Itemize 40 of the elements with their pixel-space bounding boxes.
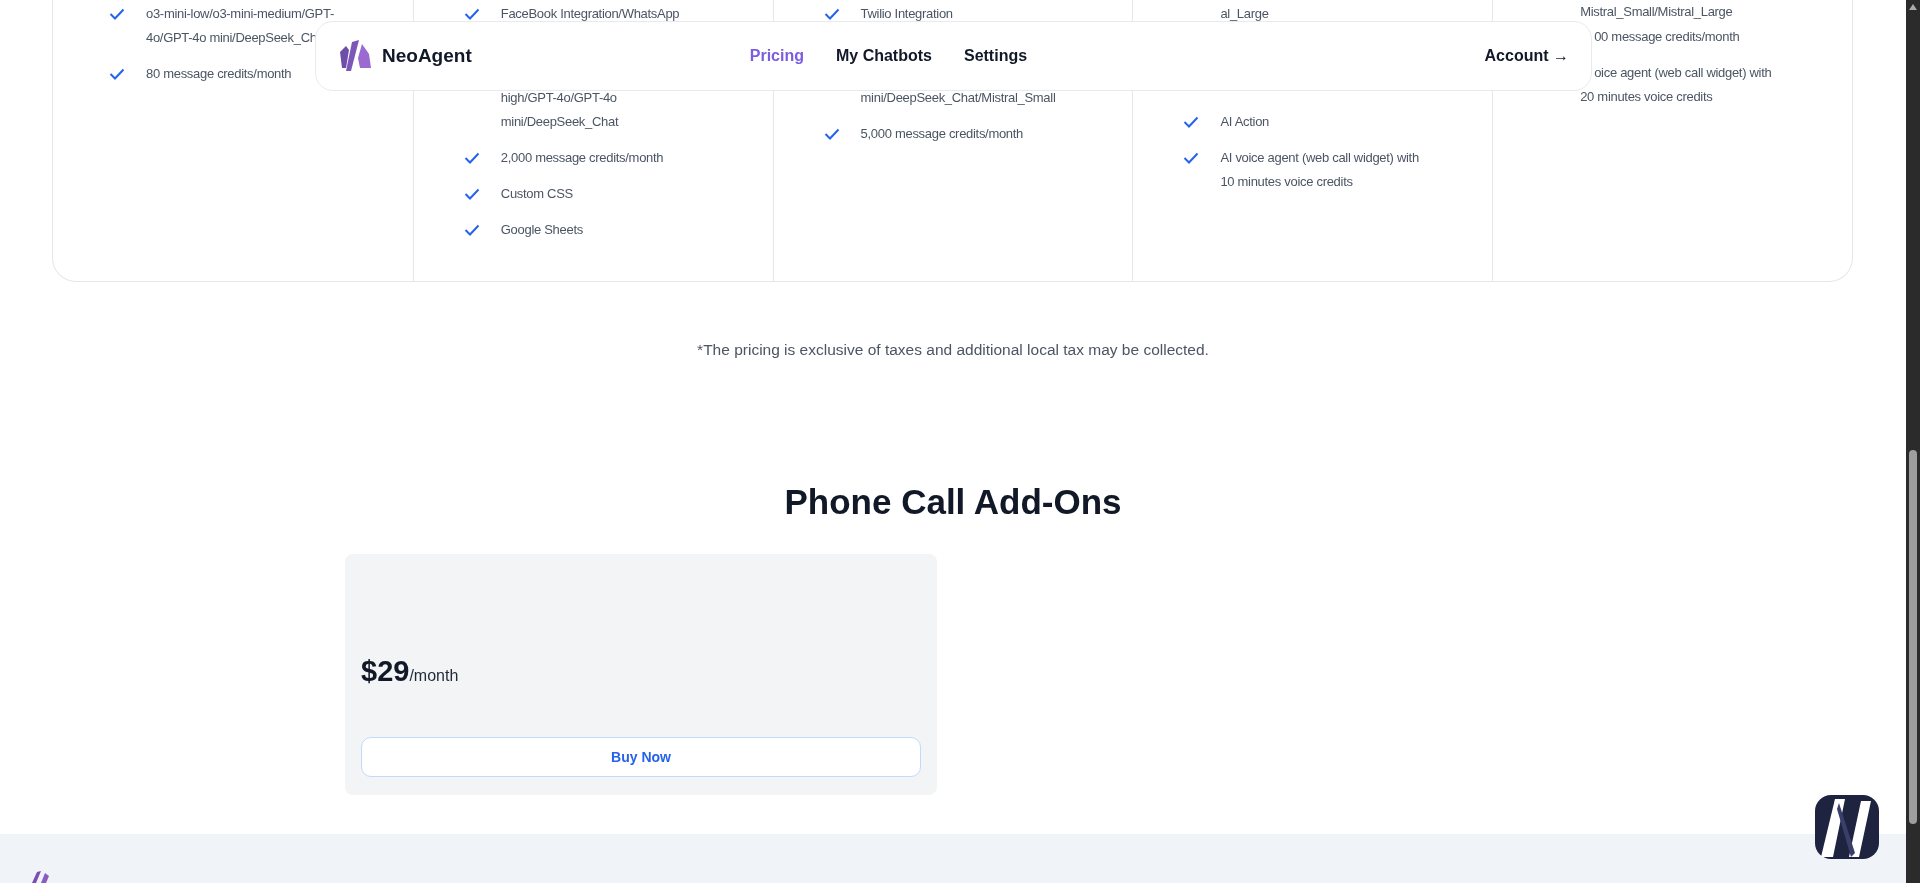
- nav-link[interactable]: Pricing: [749, 44, 804, 68]
- feature-text: Custom CSS: [500, 185, 573, 203]
- section-heading: Phone Call Add-Ons: [783, 481, 1123, 523]
- account-link[interactable]: Account →: [1484, 44, 1569, 68]
- scrollbar-thumb[interactable]: [1909, 450, 1917, 824]
- feature-text: o3-mini-low/o3-mini-medium/GPT- 4o/GPT-4o mini/DeepSeek_Ch: [146, 5, 334, 47]
- feature-text: oice agent (web call widget) with 20 minutes voice credits: [1580, 64, 1772, 106]
- feature-text: Google Sheets: [500, 221, 583, 239]
- feature-text: 5,000 message credits/month: [860, 125, 1024, 143]
- check-icon: [463, 152, 480, 164]
- scroll-up-arrow-icon[interactable]: [1909, 4, 1917, 10]
- check-icon: [1183, 152, 1200, 164]
- feature-text: 00 message credits/month: [1593, 28, 1740, 46]
- check-icon: [1183, 116, 1200, 128]
- check-icon: [823, 128, 840, 140]
- nav-link[interactable]: My Chatbots: [835, 44, 932, 68]
- feature-text: 80 message credits/month: [146, 65, 292, 83]
- feature-text: AI voice agent (web call widget) with 10 minutes voice credits: [1220, 149, 1419, 191]
- check-icon: [109, 68, 125, 80]
- feature-text: mini/DeepSeek_Chat/Mistral_Small: [860, 89, 1056, 107]
- buy-now-button[interactable]: Buy Now: [361, 737, 921, 777]
- check-icon: [823, 8, 840, 20]
- price-period: /month: [409, 666, 459, 684]
- nav-link[interactable]: Settings: [963, 44, 1028, 68]
- check-icon: [463, 188, 480, 200]
- brand-name: NeoAgent: [382, 43, 472, 68]
- pricing-note: *The pricing is exclusive of taxes and additional local tax may be collected.: [696, 340, 1210, 360]
- check-icon: [463, 224, 480, 236]
- logo-icon: [338, 38, 374, 74]
- feature-text: Mistral_Small/Mistral_Large: [1580, 3, 1733, 21]
- price: $29: [361, 654, 410, 687]
- check-icon: [463, 8, 480, 20]
- feature-text: Twilio Integration: [860, 5, 953, 23]
- check-icon: [109, 8, 125, 20]
- feature-text: high/GPT-4o/GPT-4o mini/DeepSeek_Chat: [500, 89, 619, 131]
- scrollbar[interactable]: [1906, 0, 1920, 883]
- feature-text: FaceBook Integration/WhatsApp: [500, 5, 680, 23]
- feature-text: AI Action: [1220, 113, 1269, 131]
- feature-text: al_Large: [1220, 5, 1269, 23]
- feature-text: 2,000 message credits/month: [500, 149, 664, 167]
